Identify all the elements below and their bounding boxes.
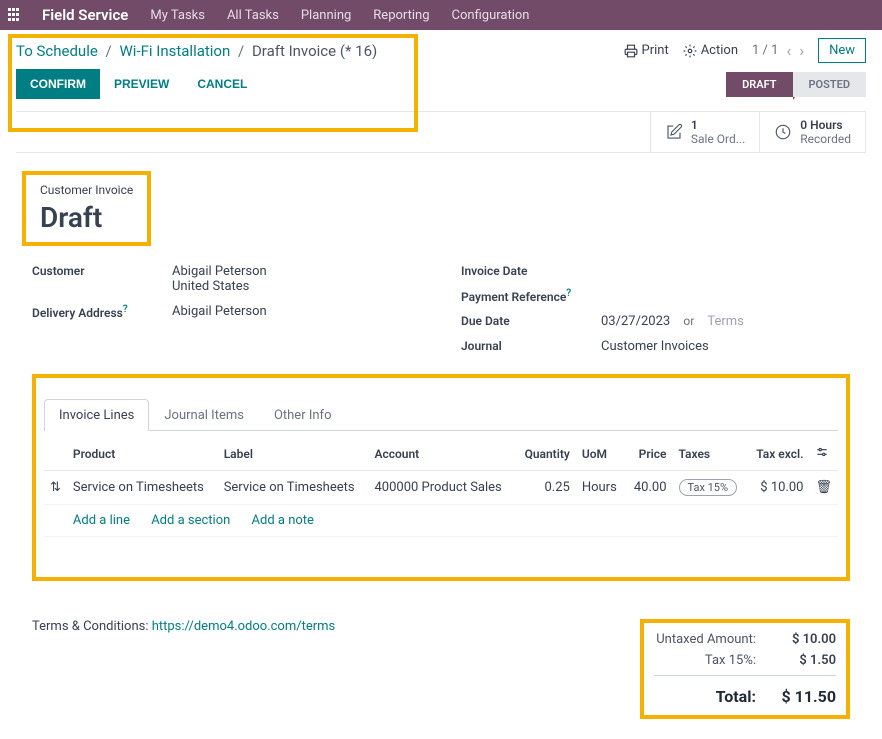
or-text: or [683, 314, 694, 328]
tab-invoice-lines[interactable]: Invoice Lines [44, 399, 149, 431]
clock-icon [774, 123, 792, 141]
pager-text: 1 / 1 [752, 43, 778, 58]
stat-boxes: 1Sale Ord... 0 HoursRecorded [16, 111, 866, 153]
tax-label: Tax 15%: [654, 653, 756, 668]
edit-icon [665, 123, 683, 141]
stat-sale-orders[interactable]: 1Sale Ord... [650, 112, 759, 152]
col-taxes: Taxes [673, 437, 747, 471]
nav-my-tasks[interactable]: My Tasks [150, 8, 205, 23]
doc-title: Draft [40, 201, 133, 234]
gear-icon [683, 44, 697, 58]
breadcrumb: To Schedule / Wi-Fi Installation / Draft… [16, 42, 377, 60]
nav-planning[interactable]: Planning [301, 8, 351, 23]
top-nav: My Tasks All Tasks Planning Reporting Co… [150, 8, 529, 23]
line-account[interactable]: 400000 Product Sales [368, 471, 515, 505]
invoice-lines-table: Product Label Account Quantity UoM Price… [44, 437, 838, 537]
form-sheet: Customer Invoice Draft Customer Abigail … [0, 153, 882, 599]
col-price: Price [625, 437, 672, 471]
customer-label: Customer [32, 264, 172, 294]
action-bar: CONFIRM PREVIEW CANCEL DRAFT POSTED [0, 69, 882, 99]
untaxed-value: $ 10.00 [756, 632, 836, 647]
preview-button[interactable]: PREVIEW [100, 69, 183, 99]
add-section-link[interactable]: Add a section [151, 513, 230, 528]
due-date-value[interactable]: 03/27/2023 [601, 314, 670, 329]
add-row: Add a line Add a section Add a note [44, 505, 838, 537]
pager-prev-icon[interactable]: ‹ [786, 41, 791, 60]
total-label: Total: [654, 683, 756, 706]
col-label: Label [218, 437, 369, 471]
tab-journal-items[interactable]: Journal Items [149, 399, 259, 431]
stage-draft[interactable]: DRAFT [726, 72, 792, 97]
delete-row-icon[interactable]: 🗑 [809, 471, 838, 505]
cancel-button[interactable]: CANCEL [183, 69, 261, 99]
terms-conditions: Terms & Conditions: https://demo4.odoo.c… [32, 619, 335, 634]
nav-reporting[interactable]: Reporting [373, 8, 429, 23]
customer-value[interactable]: Abigail Peterson United States [172, 264, 267, 294]
totals: Untaxed Amount:$ 10.00 Tax 15%:$ 1.50 To… [640, 619, 850, 719]
stage-posted[interactable]: POSTED [793, 72, 867, 97]
breadcrumb-to-schedule[interactable]: To Schedule [16, 42, 98, 60]
pager-next-icon[interactable]: › [799, 41, 804, 60]
app-name[interactable]: Field Service [42, 6, 128, 24]
print-icon [624, 44, 638, 58]
footer-row: Terms & Conditions: https://demo4.odoo.c… [0, 599, 882, 739]
delivery-label: Delivery Address? [32, 304, 172, 320]
add-note-link[interactable]: Add a note [252, 513, 314, 528]
print-button[interactable]: Print [624, 43, 669, 58]
invoice-date-label: Invoice Date [461, 264, 601, 278]
line-label[interactable]: Service on Timesheets [218, 471, 369, 505]
top-navbar: Field Service My Tasks All Tasks Plannin… [0, 0, 882, 30]
tabs: Invoice Lines Journal Items Other Info [44, 398, 838, 431]
nav-all-tasks[interactable]: All Tasks [227, 8, 279, 23]
drag-handle-icon[interactable]: ⇅ [44, 471, 67, 505]
col-account: Account [368, 437, 515, 471]
settings-icon[interactable] [815, 445, 829, 459]
header-actions: Print Action 1 / 1 ‹ › New [624, 38, 867, 63]
untaxed-label: Untaxed Amount: [654, 632, 756, 647]
line-uom[interactable]: Hours [576, 471, 626, 505]
breadcrumb-current: Draft Invoice (* 16) [252, 42, 377, 60]
status-bar: DRAFT POSTED [726, 72, 866, 97]
journal-label: Journal [461, 339, 601, 354]
terms-link[interactable]: https://demo4.odoo.com/terms [152, 619, 336, 634]
tax-value: $ 1.50 [756, 653, 836, 668]
new-button[interactable]: New [818, 38, 866, 63]
breadcrumb-wifi[interactable]: Wi-Fi Installation [119, 42, 230, 60]
col-product: Product [67, 437, 218, 471]
col-taxexcl: Tax excl. [747, 437, 810, 471]
confirm-button[interactable]: CONFIRM [16, 69, 100, 99]
line-qty[interactable]: 0.25 [515, 471, 575, 505]
tab-other-info[interactable]: Other Info [259, 399, 347, 431]
apps-icon[interactable] [8, 8, 22, 22]
header-row: To Schedule / Wi-Fi Installation / Draft… [0, 30, 882, 69]
line-taxexcl[interactable]: $ 10.00 [747, 471, 810, 505]
line-taxes[interactable]: Tax 15% [673, 471, 747, 505]
col-qty: Quantity [515, 437, 575, 471]
table-row[interactable]: ⇅ Service on Timesheets Service on Times… [44, 471, 838, 505]
line-product[interactable]: Service on Timesheets [67, 471, 218, 505]
journal-value[interactable]: Customer Invoices [601, 339, 709, 354]
nav-configuration[interactable]: Configuration [452, 8, 530, 23]
delivery-value[interactable]: Abigail Peterson [172, 304, 267, 320]
due-date-label: Due Date [461, 314, 601, 329]
action-button[interactable]: Action [683, 43, 738, 58]
col-uom: UoM [576, 437, 626, 471]
total-value: $ 11.50 [756, 683, 836, 706]
line-price[interactable]: 40.00 [625, 471, 672, 505]
payment-ref-label: Payment Reference? [461, 288, 601, 304]
pager: 1 / 1 ‹ › [752, 41, 804, 60]
add-line-link[interactable]: Add a line [73, 513, 130, 528]
doc-subtitle: Customer Invoice [40, 183, 133, 197]
stat-hours-recorded[interactable]: 0 HoursRecorded [759, 112, 866, 152]
terms-field[interactable]: Terms [707, 314, 744, 329]
